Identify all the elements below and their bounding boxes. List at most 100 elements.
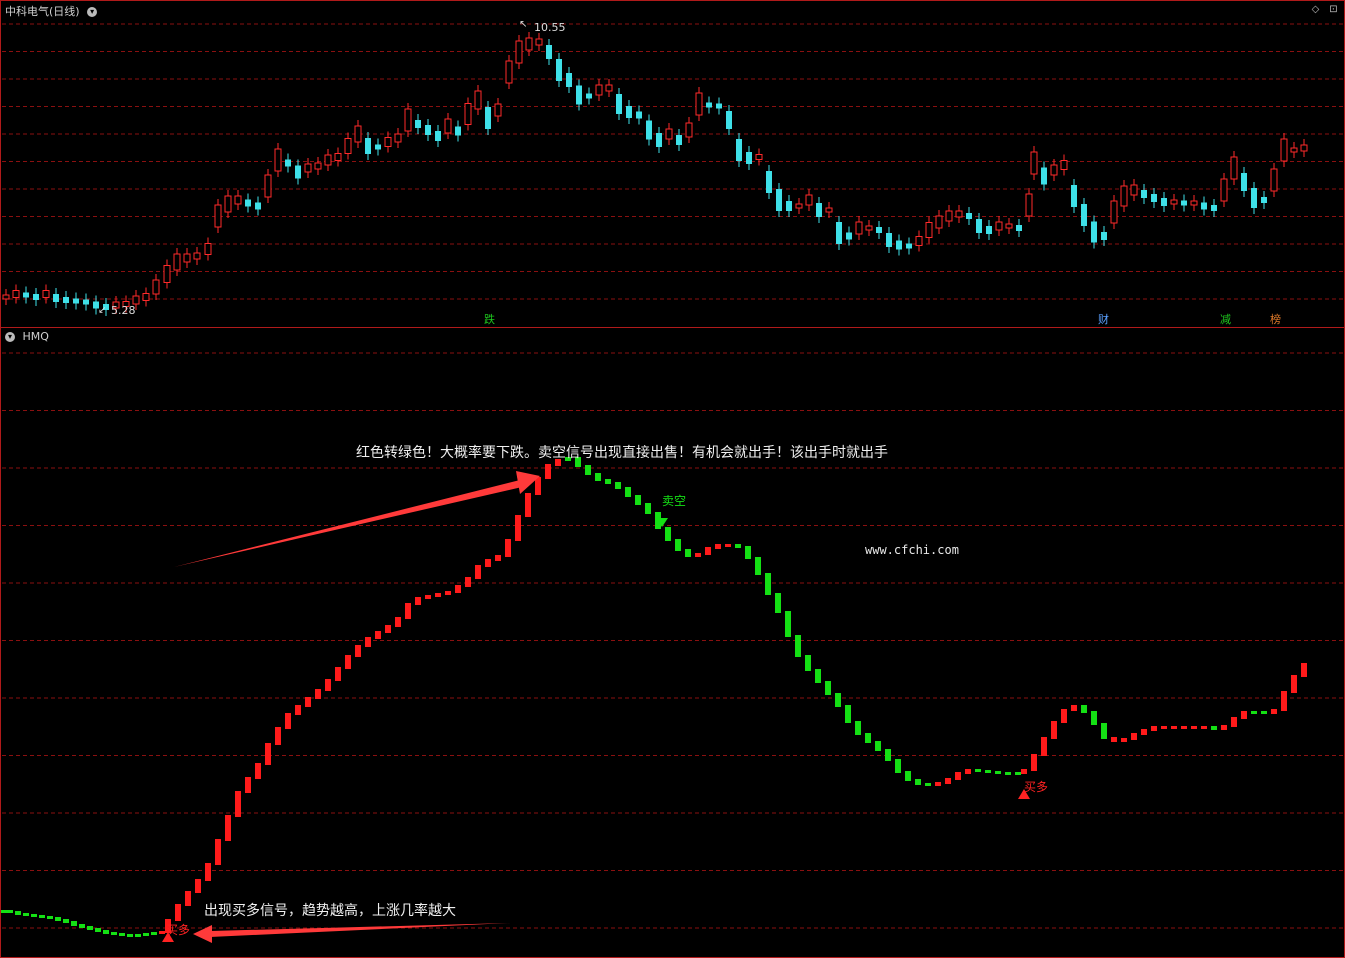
candle-body bbox=[846, 232, 852, 240]
candle-body bbox=[173, 253, 181, 271]
grid-lines bbox=[2, 23, 1343, 929]
candle-body bbox=[274, 148, 282, 172]
candle-body bbox=[945, 210, 953, 222]
indicator-segment bbox=[405, 603, 411, 619]
candle-body bbox=[576, 85, 582, 105]
candle-body bbox=[535, 38, 543, 46]
candle-body bbox=[384, 137, 392, 147]
candle-body bbox=[1141, 190, 1147, 198]
event-marker-list[interactable]: 榜 bbox=[1270, 312, 1281, 326]
candle-body bbox=[935, 215, 943, 229]
indicator-segment bbox=[685, 549, 691, 557]
indicator-segment bbox=[235, 791, 241, 817]
buy-signal[interactable]: 买多 bbox=[1018, 780, 1048, 799]
indicator-segment bbox=[1, 910, 7, 913]
sell-signal[interactable]: 卖空 bbox=[656, 494, 686, 527]
indicator-segment bbox=[345, 655, 351, 669]
candle-body bbox=[816, 203, 822, 217]
candle-body bbox=[1030, 151, 1038, 175]
indicator-segment bbox=[225, 815, 231, 841]
candle-body bbox=[1290, 147, 1298, 153]
indicator-segment bbox=[305, 697, 311, 707]
indicator-segment bbox=[375, 631, 381, 639]
buy-signal[interactable]: 买多 bbox=[162, 923, 190, 942]
candle-body bbox=[836, 222, 842, 244]
indicator-segment bbox=[585, 465, 591, 475]
candle-body bbox=[214, 204, 222, 228]
event-marker-finance[interactable]: 财 bbox=[1098, 312, 1109, 326]
candle-body bbox=[1110, 200, 1118, 224]
indicator-segment bbox=[855, 721, 861, 735]
low-price-label: 5.28 bbox=[111, 304, 136, 317]
indicator-segment bbox=[1015, 772, 1021, 775]
candle-body bbox=[42, 290, 50, 298]
candle-body bbox=[915, 236, 923, 246]
chart-window: 中科电气(日线) ▾ ◇ ⊡ ▾ HMQ 10.55 ↖ 5.28 ↙ 跌 财 … bbox=[0, 0, 1345, 958]
indicator-segment bbox=[127, 934, 133, 937]
candle-body bbox=[1181, 200, 1187, 206]
candle-body bbox=[163, 265, 171, 283]
candle-body bbox=[1161, 198, 1167, 206]
event-marker-fall[interactable]: 跌 bbox=[484, 312, 495, 326]
candle-body bbox=[1230, 156, 1238, 180]
indicator-segment bbox=[835, 693, 841, 707]
indicator-segment bbox=[885, 749, 891, 761]
candle-body bbox=[736, 139, 742, 161]
candle-body bbox=[505, 60, 513, 84]
indicator-segment bbox=[515, 515, 521, 541]
indicator-segment bbox=[1071, 705, 1077, 711]
indicator-segment bbox=[119, 933, 125, 936]
indicator-segment bbox=[1271, 709, 1277, 714]
indicator-segment bbox=[151, 932, 157, 935]
candle-body bbox=[656, 133, 662, 147]
indicator-segment bbox=[845, 705, 851, 723]
indicator-segment bbox=[905, 771, 911, 781]
candle-body bbox=[616, 94, 622, 114]
candle-body bbox=[464, 103, 472, 125]
indicator-segment bbox=[275, 727, 281, 745]
candle-body bbox=[1220, 178, 1228, 202]
candle-body bbox=[755, 154, 763, 160]
candle-body bbox=[485, 107, 491, 129]
indicator-segment bbox=[445, 591, 451, 595]
candle-body bbox=[966, 213, 972, 219]
indicator-segment bbox=[1061, 709, 1067, 723]
indicator-steps bbox=[1, 457, 1307, 937]
indicator-segment bbox=[1131, 733, 1137, 740]
candle-body bbox=[805, 194, 813, 206]
indicator-segment bbox=[1041, 737, 1047, 756]
indicator-segment bbox=[1141, 729, 1147, 735]
indicator-segment bbox=[255, 763, 261, 779]
indicator-segment bbox=[335, 667, 341, 681]
event-marker-reduce[interactable]: 减 bbox=[1220, 313, 1231, 326]
candle-body bbox=[152, 279, 160, 295]
candle-body bbox=[776, 189, 782, 211]
candle-body bbox=[1071, 185, 1077, 207]
indicator-segment bbox=[725, 544, 731, 547]
candle-body bbox=[1025, 193, 1033, 217]
arrow-to-buy-signal bbox=[193, 923, 510, 943]
indicator-segment bbox=[1161, 726, 1167, 729]
indicator-segment bbox=[365, 637, 371, 647]
candle-body bbox=[264, 174, 272, 198]
indicator-segment bbox=[995, 771, 1001, 774]
chart-canvas[interactable]: 10.55 ↖ 5.28 ↙ 跌 财 减 榜 红色转绿色！大概率要下跌。卖空信号… bbox=[0, 0, 1345, 958]
candle-body bbox=[1016, 225, 1022, 231]
indicator-segment bbox=[775, 593, 781, 613]
indicator-segment bbox=[985, 770, 991, 773]
candle-body bbox=[646, 120, 652, 140]
indicator-segment bbox=[385, 625, 391, 633]
indicator-segment bbox=[1091, 711, 1097, 725]
indicator-segment bbox=[1051, 721, 1057, 739]
indicator-segment bbox=[1221, 725, 1227, 730]
candle-body bbox=[375, 144, 381, 150]
candle-body bbox=[255, 202, 261, 210]
indicator-segment bbox=[395, 617, 401, 627]
candle-body bbox=[455, 126, 461, 136]
indicator-segment bbox=[965, 769, 971, 774]
candle-body bbox=[1251, 188, 1257, 208]
candle-body bbox=[766, 171, 772, 193]
indicator-segment bbox=[63, 919, 69, 923]
candle-body bbox=[1081, 204, 1087, 226]
watermark: www.cfchi.com bbox=[865, 543, 959, 557]
